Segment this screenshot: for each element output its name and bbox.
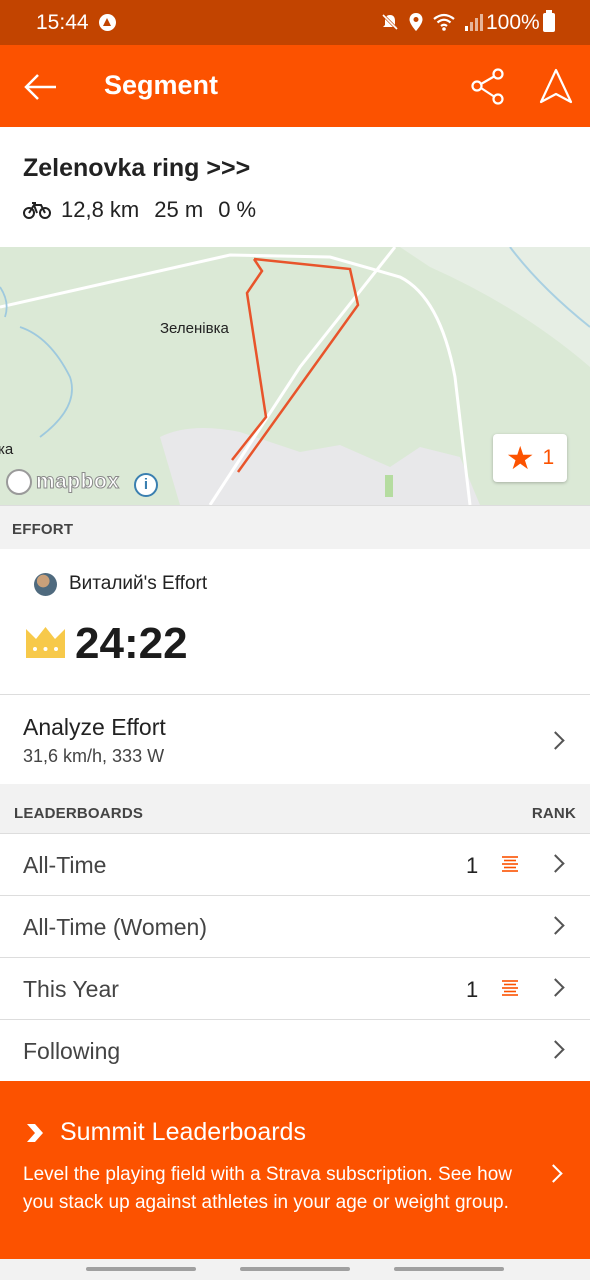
analyze-effort-row[interactable]: Analyze Effort 31,6 km/h, 333 W — [0, 694, 590, 784]
battery-percent: 100% — [486, 11, 540, 34]
leaderboards-section-label: LEADERBOARDS — [14, 805, 144, 822]
leaderboard-row-label: Following — [23, 1038, 121, 1064]
segment-grade: 0 % — [218, 197, 257, 222]
chevron-right-icon — [546, 916, 565, 935]
segment-distance: 12,8 km — [61, 197, 140, 222]
map-place-label: Зеленівка — [160, 320, 229, 337]
leaderboard-rank: 1 — [466, 977, 479, 1002]
wifi-icon — [433, 13, 455, 31]
leaderboards-header: LEADERBOARDS RANK — [0, 784, 590, 833]
leaderboard-row-this-year[interactable]: This Year 1 — [0, 957, 590, 1019]
leaderboard-row-label: All-Time (Women) — [23, 914, 208, 940]
leaderboard-row-all-time-women[interactable]: All-Time (Women) — [0, 895, 590, 957]
mute-icon — [381, 13, 399, 31]
chevron-right-icon — [544, 1164, 563, 1183]
star-icon: ★ — [505, 440, 535, 476]
leaderboard-list-icon — [502, 980, 518, 996]
effort-card: Виталий's Effort 24:22 — [0, 549, 590, 694]
mapbox-logo[interactable]: mapbox — [6, 469, 120, 495]
rank-column-label: RANK — [531, 805, 576, 822]
summit-title: Summit Leaderboards — [60, 1118, 306, 1146]
effort-section-label: EFFORT — [0, 505, 590, 549]
segment-stats: 12,8 km 25 m 0 % — [23, 197, 271, 223]
navigate-button[interactable] — [536, 67, 576, 107]
star-button[interactable]: ★ 1 — [493, 434, 567, 482]
leaderboard-rank: 1 — [466, 853, 479, 878]
map-edge-label: ка — [0, 441, 14, 458]
leaderboard-row-label: This Year — [23, 976, 119, 1002]
bike-icon — [23, 202, 51, 219]
leaderboard-row-label: All-Time — [23, 852, 107, 878]
chevron-right-icon — [546, 854, 565, 873]
share-button[interactable] — [468, 67, 508, 107]
segment-header: Zelenovka ring >>> 12,8 km 25 m 0 % — [0, 127, 590, 247]
analyze-subtitle: 31,6 km/h, 333 W — [23, 746, 165, 766]
summit-promo-banner[interactable]: Summit Leaderboards Level the playing fi… — [0, 1081, 590, 1259]
battery-icon — [543, 10, 555, 32]
leaderboard-list-icon — [502, 856, 518, 872]
status-icons — [380, 12, 484, 32]
app-bar: Segment — [0, 45, 590, 127]
chevron-right-icon — [546, 731, 565, 750]
effort-time: 24:22 — [75, 619, 188, 668]
back-button[interactable] — [22, 67, 62, 107]
nav-pill — [394, 1267, 504, 1271]
navigation-arrow-icon — [539, 68, 573, 104]
mapbox-logo-icon — [6, 469, 32, 495]
segment-elevation: 25 m — [154, 197, 204, 222]
summit-description: Level the playing field with a Strava su… — [23, 1164, 512, 1213]
analyze-title: Analyze Effort — [23, 714, 166, 740]
arrow-left-icon — [24, 74, 56, 100]
chevron-right-icon — [546, 1040, 565, 1059]
page-title: Segment — [104, 70, 219, 100]
system-nav-bar — [0, 1259, 590, 1280]
segment-name: Zelenovka ring >>> — [23, 154, 251, 182]
location-icon — [409, 13, 423, 31]
mapbox-logo-text: mapbox — [36, 470, 120, 494]
crown-icon — [26, 627, 65, 658]
nav-pill — [240, 1267, 350, 1271]
share-icon — [471, 68, 504, 105]
nav-pill — [86, 1267, 196, 1271]
leaderboard-row-following[interactable]: Following — [0, 1019, 590, 1081]
segment-map[interactable]: Зеленівка ка mapbox i ★ 1 — [0, 247, 590, 505]
status-time: 15:44 — [36, 11, 89, 34]
signal-icon — [465, 14, 483, 31]
star-count: 1 — [542, 446, 555, 469]
summit-chevron-icon — [27, 1124, 43, 1142]
athlete-effort-name: Виталий's Effort — [69, 573, 208, 594]
chevron-right-icon — [546, 978, 565, 997]
app-notification-icon — [99, 14, 116, 31]
map-info-icon[interactable]: i — [134, 473, 158, 497]
leaderboard-row-all-time[interactable]: All-Time 1 — [0, 833, 590, 895]
avatar — [34, 573, 57, 596]
status-bar: 15:44 100% — [0, 0, 590, 45]
